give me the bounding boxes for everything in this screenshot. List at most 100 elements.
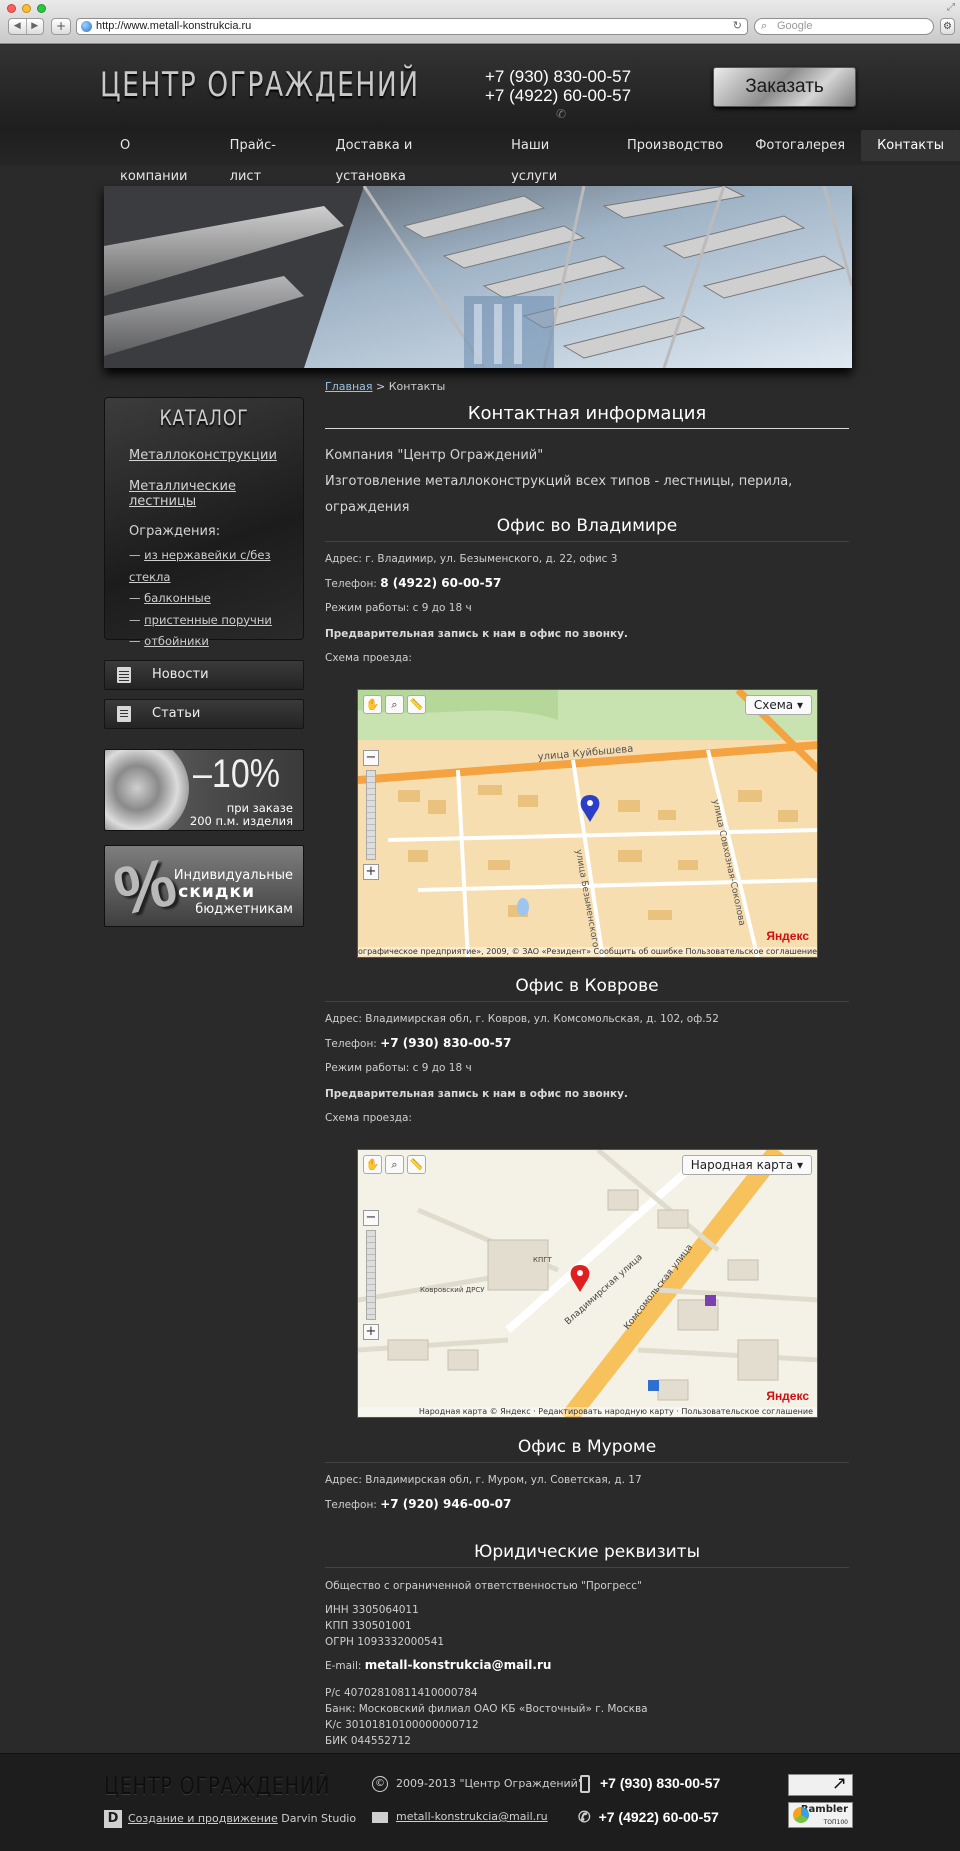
breadcrumb-separator: > [372,380,389,393]
zoom-out-button[interactable]: − [363,1210,379,1226]
map-label-drsu: Ковровский ДРСУ [420,1286,485,1294]
catalog-title: КАТАЛОГ [159,406,249,430]
company-name: Компания "Центр Ограждений" [325,448,544,463]
zoom-in-button[interactable]: + [363,1324,379,1340]
ruler-tool-icon[interactable]: 📏 [407,695,426,714]
ruler-tool-icon[interactable]: 📏 [407,1155,426,1174]
phone-label: Телефон: [325,578,381,590]
darvin-logo-icon: D [104,1810,122,1828]
list-item: — отбойники [129,634,209,648]
site-header: ЦЕНТР ОГРАЖДЕНИЙ +7 (930) 830-00-57 +7 (… [0,45,960,184]
list-item: — балконные [129,591,211,605]
office-kovrov-hours: Режим работы: с 9 до 18 ч [325,1062,472,1074]
phone-value: +7 (920) 946-00-07 [380,1497,512,1511]
magnifier-tool-icon[interactable]: ⌕ [385,695,404,714]
office-murom-heading: Офис в Муроме [325,1437,849,1463]
back-arrow-icon[interactable]: ◀ [9,19,26,34]
news-button[interactable]: Новости [104,660,304,690]
map-copyright: ографическое предприятие», 2009, © ЗАО «… [358,947,817,956]
discount-promo-banner[interactable]: –10% при заказе 200 п.м. изделия [104,749,304,831]
footer-phone-2-value: +7 (4922) 60-00-57 [598,1809,719,1825]
fullscreen-icon[interactable]: ⤢ [947,2,955,13]
legal-bik: БИК 044552712 [325,1735,411,1747]
footer-copyright: © 2009-2013 "Центр Ограждений" [372,1776,583,1792]
breadcrumb: Главная > Контакты [325,380,849,393]
fence-link-bumpers[interactable]: отбойники [144,634,209,648]
map-mode-select[interactable]: Народная карта ▾ [681,1155,812,1175]
articles-button[interactable]: Статьи [104,699,304,729]
globe-icon [81,21,92,32]
nav-item-production[interactable]: Производство [611,130,739,161]
breadcrumb-home-link[interactable]: Главная [325,380,373,393]
office-vladimir-hours: Режим работы: с 9 до 18 ч [325,602,472,614]
fence-link-balcony[interactable]: балконные [144,591,211,605]
phone-label: Телефон: [325,1499,381,1511]
promo-line-2: 200 п.м. изделия [189,814,293,828]
nav-item-delivery[interactable]: Доставка и установка [319,130,495,184]
hand-tool-icon[interactable]: ✋ [363,695,382,714]
nav-item-services[interactable]: Наши услуги [495,130,611,184]
catalog-link-metal-structures[interactable]: Металлоконструкции [129,448,303,463]
street-label-sovkhoznaya: улица Совхозная-Соколова [710,799,747,927]
catalog-link-metal-stairs[interactable]: Металлические лестницы [129,479,303,509]
reload-icon[interactable]: ↻ [733,19,742,34]
footer-email-link[interactable]: metall-konstrukcia@mail.ru [396,1810,548,1823]
legal-org-name: Общество с ограниченной ответственностью… [325,1580,642,1592]
map-kovrov[interactable]: Владимирская улица Комсомольская улица К… [357,1149,818,1418]
zoom-slider[interactable] [366,770,376,860]
hand-tool-icon[interactable]: ✋ [363,1155,382,1174]
nav-item-about[interactable]: О компании [104,130,214,184]
minimize-window-icon[interactable] [22,4,31,13]
zoom-window-icon[interactable] [37,4,46,13]
map-zoom-control[interactable]: − + [363,1210,379,1340]
zoom-in-button[interactable]: + [363,864,379,880]
magnifier-tool-icon[interactable]: ⌕ [385,1155,404,1174]
site-footer: ЦЕНТР ОГРАЖДЕНИЙ D Создание и продвижение… [0,1753,960,1851]
email-value[interactable]: metall-konstrukcia@mail.ru [365,1658,552,1672]
map-brand-logo: Яндекс [766,1389,809,1403]
map-vladimir[interactable]: улица Куйбышева улица Безыменского улица… [357,689,818,958]
legal-corr-account: К/с 30101810100000000712 [325,1719,479,1731]
settings-gear-icon[interactable]: ⚙ [940,18,955,35]
search-placeholder: Google [777,20,813,32]
map-zoom-control[interactable]: − + [363,750,379,880]
fence-link-wall-rails[interactable]: пристенные поручни [144,613,272,627]
developer-link[interactable]: Создание и продвижение [128,1812,278,1825]
nav-item-gallery[interactable]: Фотогалерея [739,130,861,161]
fence-link-stainless[interactable]: из нержавейки с/без стекла [129,548,271,584]
address-bar[interactable]: http://www.metall-konstrukcia.ru ↻ [76,18,748,35]
zoom-out-button[interactable]: − [363,750,379,766]
office-murom-address: Адрес: Владимирская обл, г. Муром, ул. С… [325,1474,642,1486]
rambler-logo-icon [793,1807,809,1823]
liveinternet-counter[interactable] [788,1773,853,1796]
phone-handset-icon: ✆ [578,1809,591,1826]
close-window-icon[interactable] [7,4,16,13]
history-buttons: ◀ ▶ [8,18,44,35]
map-label-kpgt: КПГТ [533,1256,553,1264]
articles-label: Статьи [152,706,201,721]
window-controls [7,4,46,13]
footer-phone-1: +7 (930) 830-00-57 [580,1775,720,1794]
forward-arrow-icon[interactable]: ▶ [25,19,44,34]
email-label: E-mail: [325,1660,365,1672]
nav-item-pricelist[interactable]: Прайс-лист [214,130,320,184]
browser-toolbar: ◀ ▶ + http://www.metall-konstrukcia.ru ↻… [0,0,960,44]
order-button[interactable]: Заказать [713,67,856,107]
legal-ogrn: ОГРН 1093332000541 [325,1636,445,1648]
map-marker-icon[interactable] [570,1265,590,1292]
search-icon: ⌕ [761,20,768,32]
header-phone-2: +7 (4922) 60-00-57 [485,86,632,105]
zoom-slider[interactable] [366,1230,376,1320]
office-vladimir-heading: Офис во Владимире [325,516,849,542]
budget-discount-banner[interactable]: % Индивидуальные скидки бюджетникам [104,845,304,927]
nav-item-contacts[interactable]: Контакты [861,130,960,161]
phone-label: Телефон: [325,1038,381,1050]
search-input[interactable]: ⌕ Google [754,18,934,35]
footer-logo[interactable]: ЦЕНТР ОГРАЖДЕНИЙ [104,1772,330,1800]
rambler-top100-counter[interactable]: Rambler ТОП100 [788,1802,853,1828]
map-mode-select[interactable]: Схема ▾ [744,695,812,715]
add-bookmark-button[interactable]: + [51,18,71,35]
office-vladimir-scheme-label: Схема проезда: [325,652,412,664]
site-logo[interactable]: ЦЕНТР ОГРАЖДЕНИЙ [100,65,420,105]
list-item: — пристенные поручни [129,612,272,627]
